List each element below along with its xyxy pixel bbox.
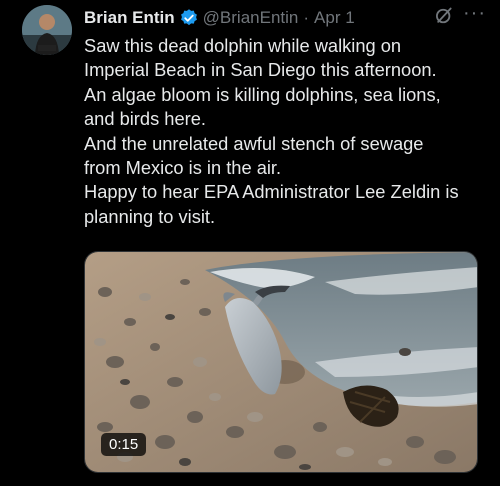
tweet-text-line: An algae bloom is killing dolphins, sea … [84,83,441,105]
grok-icon[interactable] [434,6,454,26]
tweet-text-line: Imperial Beach in San Diego this afterno… [84,59,437,81]
more-options-icon[interactable]: ··· [463,2,486,25]
author-name[interactable]: Brian Entin [84,8,175,28]
tweet-text-line: and birds here. [84,108,206,130]
tweet-text-line: And the unrelated awful stench of sewage [84,132,424,154]
avatar[interactable] [22,5,72,55]
tweet-text-line: Happy to hear EPA Administrator Lee Zeld… [84,181,459,203]
separator: · [303,8,310,27]
video-player[interactable]: 0:15 [84,251,478,473]
tweet-header: Brian Entin @BrianEntin · Apr 1 [84,5,490,31]
video-duration: 0:15 [101,433,147,456]
verified-badge-icon [179,8,199,28]
author-handle[interactable]: @BrianEntin [203,8,299,28]
tweet-date[interactable]: Apr 1 [314,8,355,28]
tweet-text-line: from Mexico is in the air. [84,157,282,179]
tweet-text-line: planning to visit. [84,205,216,227]
tweet-text-line: Saw this dead dolphin while walking on [84,35,402,56]
tweet-text: Saw this dead dolphin while walking on I… [84,34,488,229]
